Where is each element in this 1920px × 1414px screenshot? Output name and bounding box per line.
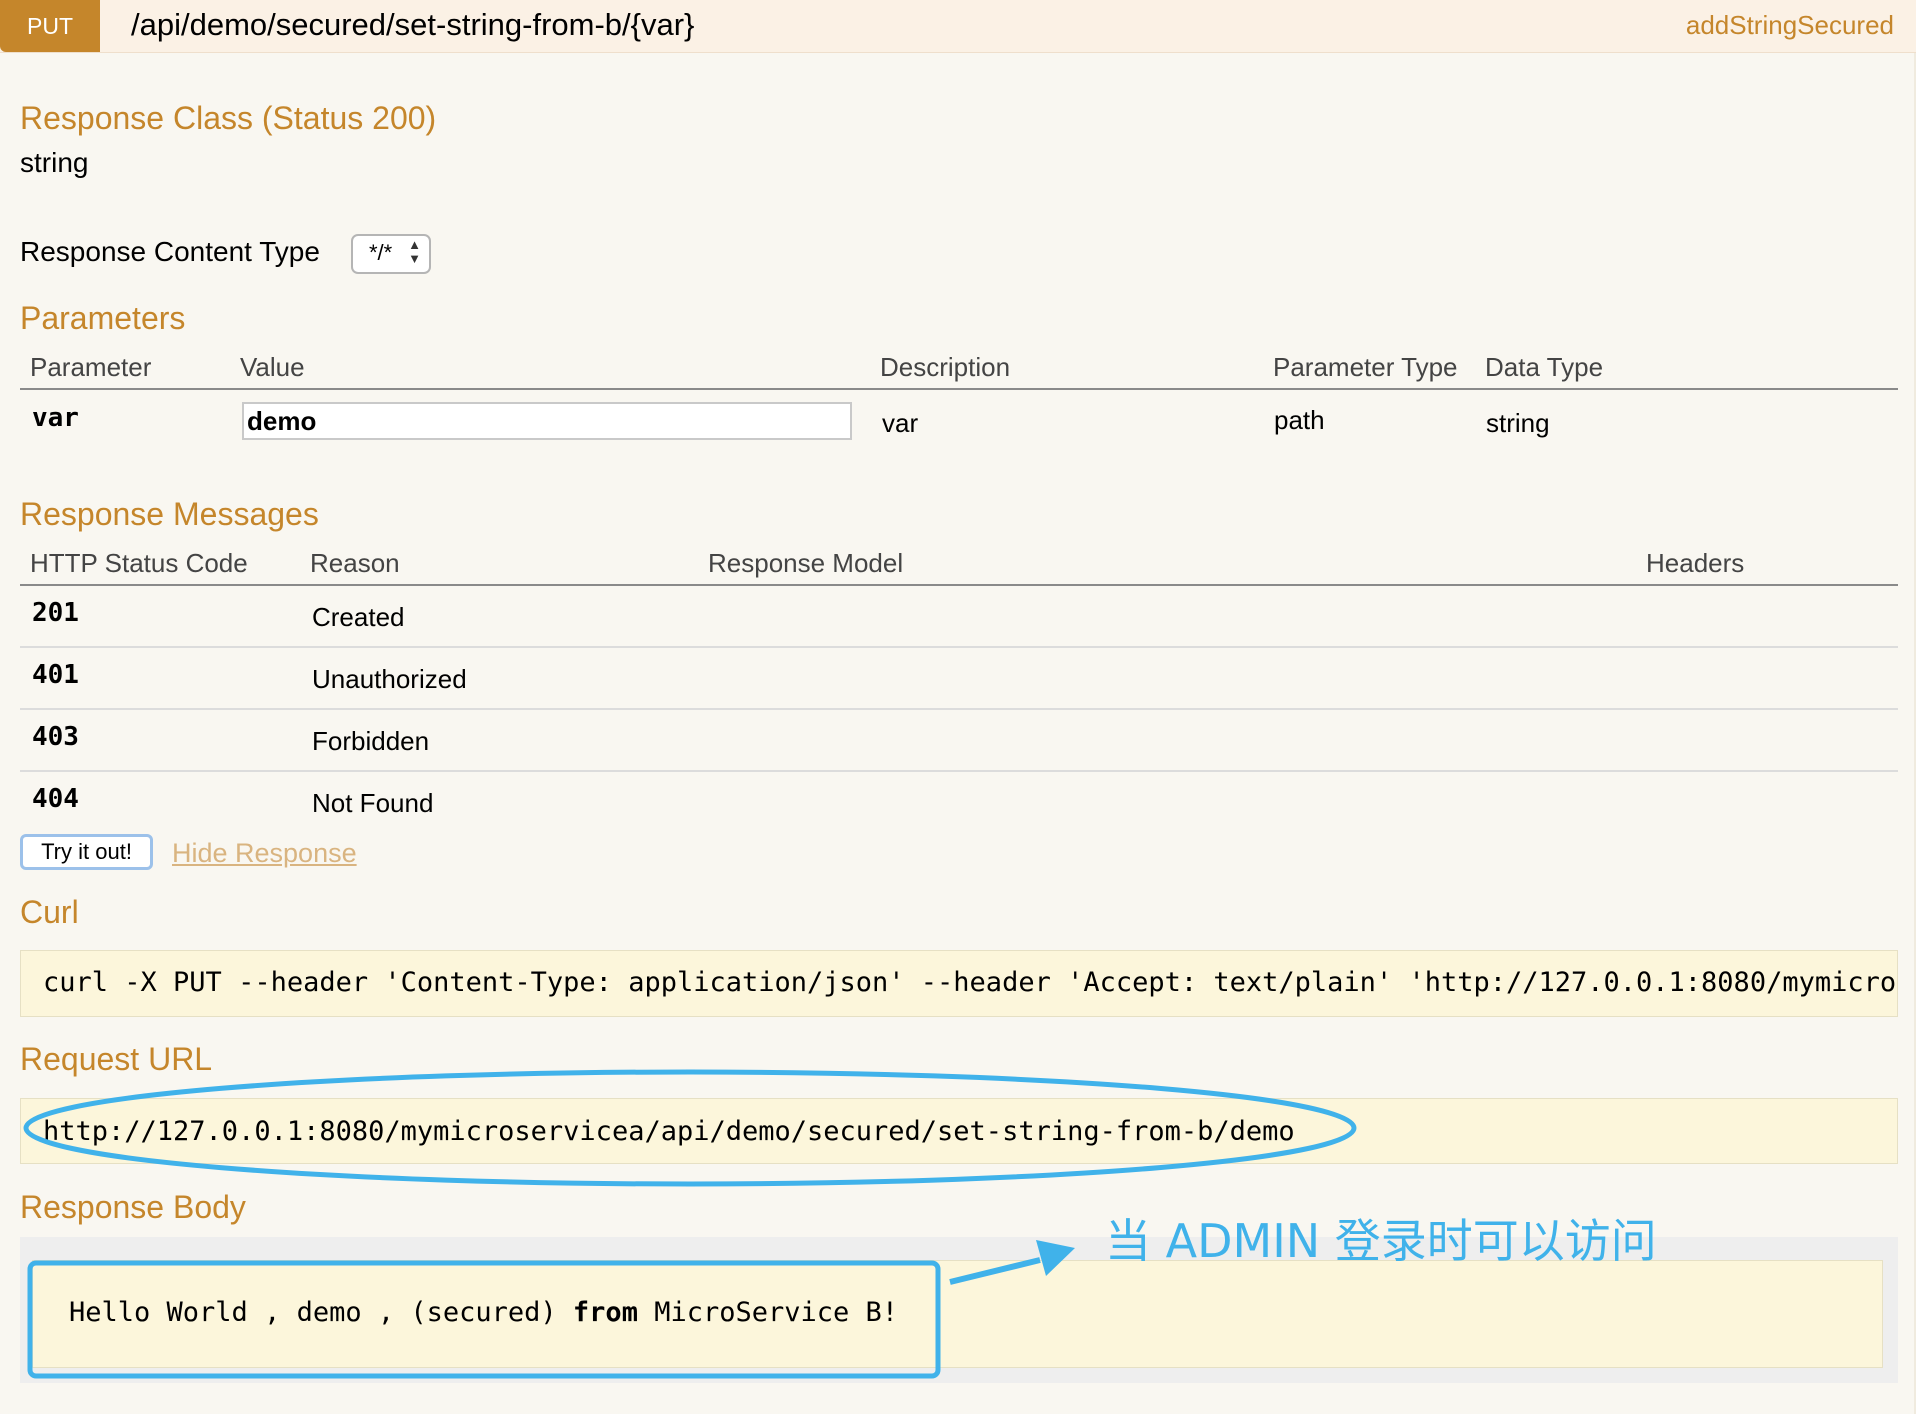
try-it-out-button[interactable]: Try it out! bbox=[20, 834, 153, 870]
parameters-title: Parameters bbox=[20, 300, 186, 336]
param-data-type: string bbox=[1486, 408, 1550, 438]
response-body-keyword: from bbox=[572, 1297, 638, 1328]
param-header-parameter-type: Parameter Type bbox=[1273, 352, 1458, 382]
request-url-title: Request URL bbox=[20, 1041, 213, 1077]
status-reason: Not Found bbox=[312, 788, 434, 818]
status-reason: Forbidden bbox=[312, 726, 430, 756]
operation-panel: PUT /api/demo/secured/set-string-from-b/… bbox=[0, 0, 1916, 1414]
status-code: 403 bbox=[32, 722, 79, 752]
annotation-label: 当 ADMIN 登录时可以访问 bbox=[1105, 1214, 1657, 1268]
msg-header-divider bbox=[20, 584, 1898, 586]
hide-response-link[interactable]: Hide Response bbox=[172, 838, 357, 869]
param-header-description: Description bbox=[880, 352, 1011, 382]
response-content-type-label: Response Content Type bbox=[20, 236, 320, 267]
table-row-divider bbox=[20, 708, 1898, 710]
select-arrows-icon: ▲ ▼ bbox=[408, 237, 421, 266]
response-class-type: string bbox=[20, 147, 89, 178]
response-content-type-select[interactable]: */* ▲ ▼ bbox=[351, 234, 431, 274]
response-body-text[interactable]: Hello World , demo , (secured) from Micr… bbox=[32, 1260, 1883, 1368]
param-value-input[interactable]: demo bbox=[242, 402, 852, 440]
param-description: var bbox=[882, 408, 919, 438]
table-row-divider bbox=[20, 646, 1898, 648]
response-messages-title: Response Messages bbox=[20, 496, 319, 532]
curl-title: Curl bbox=[20, 894, 79, 930]
status-reason: Created bbox=[312, 602, 405, 632]
param-name: var bbox=[32, 403, 79, 433]
msg-header-status-code: HTTP Status Code bbox=[30, 548, 248, 578]
msg-header-reason: Reason bbox=[310, 548, 400, 578]
operation-nickname[interactable]: addStringSecured bbox=[1686, 0, 1894, 52]
response-body-part1: Hello World , demo , (secured) bbox=[69, 1297, 573, 1328]
http-method-badge[interactable]: PUT bbox=[0, 0, 100, 52]
msg-header-response-model: Response Model bbox=[708, 548, 904, 578]
param-header-divider bbox=[20, 388, 1898, 390]
status-code: 404 bbox=[32, 784, 79, 814]
param-header-value: Value bbox=[240, 352, 305, 382]
response-body-part2: MicroService B! bbox=[637, 1297, 899, 1328]
param-header-data-type: Data Type bbox=[1485, 352, 1604, 382]
table-row-divider bbox=[20, 770, 1898, 772]
status-reason: Unauthorized bbox=[312, 664, 467, 694]
operation-heading[interactable]: PUT /api/demo/secured/set-string-from-b/… bbox=[0, 0, 1916, 53]
status-code: 401 bbox=[32, 660, 79, 690]
request-url-value[interactable]: http://127.0.0.1:8080/mymicroservicea/ap… bbox=[20, 1098, 1898, 1164]
response-content-type-value: */* bbox=[369, 240, 393, 265]
curl-command[interactable]: curl -X PUT --header 'Content-Type: appl… bbox=[20, 950, 1898, 1017]
msg-header-headers: Headers bbox=[1646, 548, 1745, 578]
status-code: 201 bbox=[32, 598, 79, 628]
param-type: path bbox=[1274, 405, 1325, 435]
param-header-parameter: Parameter bbox=[30, 352, 152, 382]
endpoint-path[interactable]: /api/demo/secured/set-string-from-b/{var… bbox=[131, 0, 694, 52]
response-body-title: Response Body bbox=[20, 1189, 246, 1225]
response-class-title: Response Class (Status 200) bbox=[20, 100, 437, 136]
